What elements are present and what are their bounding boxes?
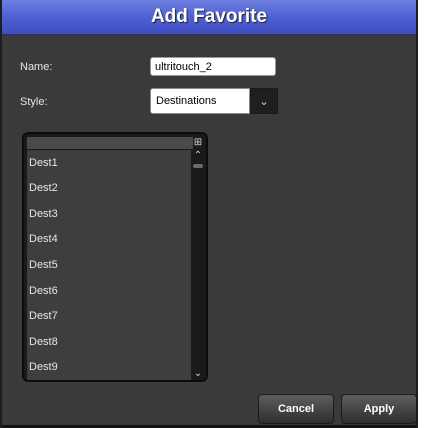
list-item[interactable]: Dest8 (27, 329, 193, 354)
list-items-area: Dest1 Dest2 Dest3 Dest4 Dest5 Dest6 Dest… (27, 150, 193, 380)
list-item[interactable]: Dest4 (27, 226, 193, 251)
list-item[interactable]: Dest5 (27, 252, 193, 277)
name-input[interactable] (150, 57, 276, 76)
chevron-down-icon[interactable]: ⌄ (191, 368, 205, 380)
chevron-up-icon[interactable]: ⌃ (191, 150, 205, 162)
style-dropdown[interactable]: Destinations ⌄ (150, 88, 278, 114)
chevron-down-icon[interactable]: ⌄ (250, 88, 278, 114)
list-item[interactable]: Dest1 (27, 150, 193, 175)
list-scrollbar[interactable]: ⌃ ⌄ (191, 150, 205, 380)
add-column-icon[interactable]: ⊞ (192, 137, 204, 149)
cancel-button[interactable]: Cancel (258, 394, 334, 424)
style-selected-value: Destinations (150, 88, 250, 114)
apply-button[interactable]: Apply (341, 394, 417, 424)
list-header (27, 137, 193, 149)
name-label: Name: (20, 61, 53, 73)
list-item[interactable]: Dest3 (27, 201, 193, 226)
scroll-thumb[interactable] (193, 164, 203, 168)
style-label: Style: (20, 96, 48, 108)
add-favorite-dialog: Add Favorite Name: Style: Destinations ⌄… (0, 0, 418, 428)
list-item[interactable]: Dest2 (27, 175, 193, 200)
destination-list[interactable]: ⊞ Dest1 Dest2 Dest3 Dest4 Dest5 Dest6 De… (22, 132, 208, 382)
list-item[interactable]: Dest6 (27, 278, 193, 303)
title-bar: Add Favorite (2, 0, 416, 35)
dialog-title: Add Favorite (150, 6, 268, 27)
list-item[interactable]: Dest9 (27, 354, 193, 379)
list-item[interactable]: Dest7 (27, 303, 193, 328)
